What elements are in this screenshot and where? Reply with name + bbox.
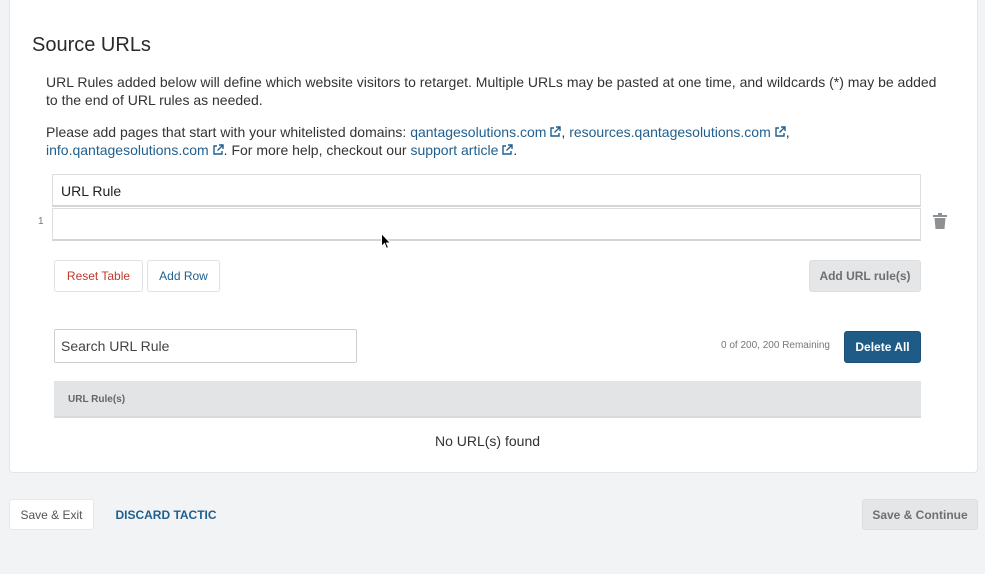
remaining-count: 0 of 200, 200 Remaining <box>721 340 830 351</box>
support-article-link[interactable]: support article <box>410 142 498 158</box>
external-link-icon <box>775 126 786 137</box>
url-rule-row-input[interactable] <box>52 208 921 241</box>
domain-link-3[interactable]: info.qantagesolutions.com <box>46 142 209 158</box>
search-url-rule-input[interactable] <box>54 329 357 363</box>
external-link-icon <box>502 144 514 155</box>
add-url-rules-button[interactable]: Add URL rule(s) <box>809 260 921 292</box>
delete-all-button[interactable]: Delete All <box>844 331 921 363</box>
section-title: Source URLs <box>32 34 151 56</box>
url-rule-column-header: URL Rule <box>52 174 921 207</box>
mouse-cursor-icon <box>381 233 392 249</box>
external-link-icon <box>212 144 224 155</box>
trash-icon[interactable] <box>933 213 947 229</box>
source-urls-card: Source URLs URL Rules added below will d… <box>9 0 978 473</box>
reset-table-button[interactable]: Reset Table <box>54 260 143 292</box>
add-row-button[interactable]: Add Row <box>147 260 220 292</box>
discard-tactic-button[interactable]: DISCARD TACTIC <box>104 499 228 530</box>
help-text: For more help, checkout our <box>227 142 411 158</box>
url-rules-table-header: URL Rule(s) <box>54 381 921 418</box>
domains-paragraph: Please add pages that start with your wh… <box>46 124 790 158</box>
row-number: 1 <box>38 216 44 227</box>
domains-intro: Please add pages that start with your wh… <box>46 124 411 140</box>
section-description: URL Rules added below will define which … <box>46 74 937 108</box>
domain-link-2[interactable]: resources.qantagesolutions.com <box>569 124 771 140</box>
domain-link-1[interactable]: qantagesolutions.com <box>410 124 546 140</box>
empty-state-text: No URL(s) found <box>434 433 541 449</box>
external-link-icon <box>550 126 562 137</box>
save-exit-button[interactable]: Save & Exit <box>9 499 94 530</box>
save-continue-button[interactable]: Save & Continue <box>862 499 978 530</box>
